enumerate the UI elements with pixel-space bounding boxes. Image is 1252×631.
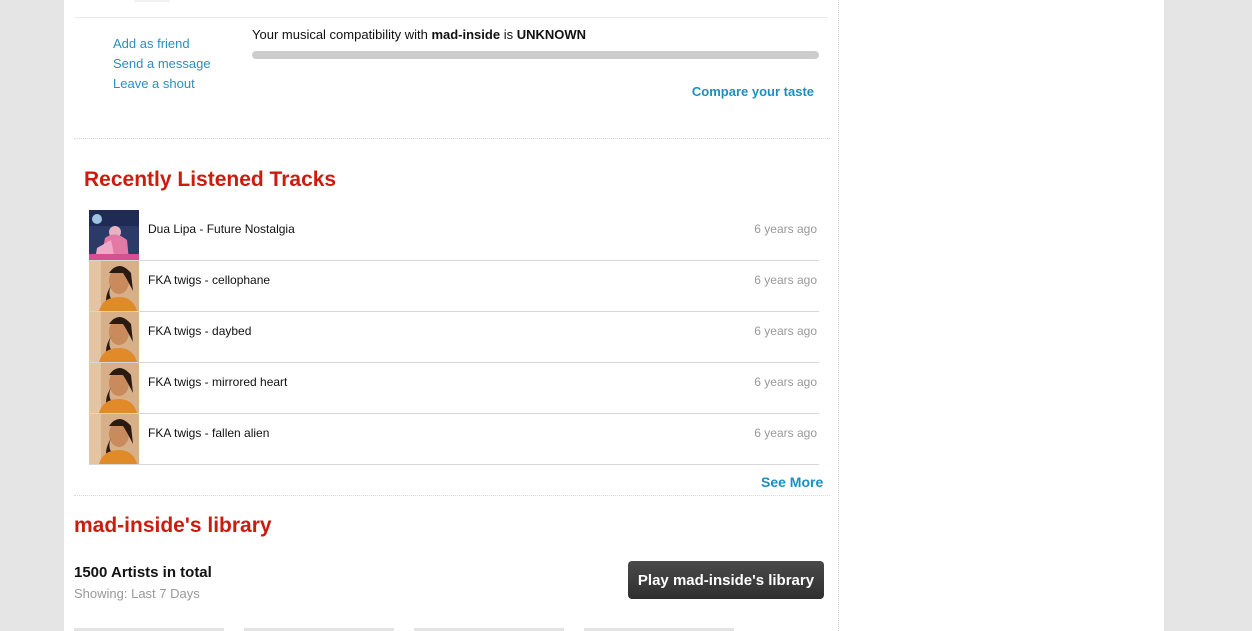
track-time: 6 years ago [754, 273, 817, 287]
compatibility-is: is [503, 27, 514, 42]
send-message-link[interactable]: Send a message [113, 54, 211, 74]
recent-tracks-list: Dua Lipa - Future Nostalgia 6 years ago … [89, 210, 819, 465]
leave-shout-link[interactable]: Leave a shout [113, 74, 211, 94]
artist-photo[interactable] [89, 312, 139, 362]
compare-taste-link[interactable]: Compare your taste [692, 84, 814, 99]
column-divider [838, 0, 839, 631]
artist-photo[interactable] [89, 363, 139, 413]
artist-photo[interactable] [89, 414, 139, 464]
compatibility-panel: Your musical compatibility with mad-insi… [252, 27, 819, 59]
track-row[interactable]: FKA twigs - fallen alien 6 years ago [89, 414, 819, 465]
track-time: 6 years ago [754, 375, 817, 389]
artist-photo[interactable] [89, 261, 139, 311]
track-title[interactable]: FKA twigs - cellophane [148, 273, 270, 287]
compatibility-level: UNKNOWN [516, 27, 587, 42]
track-time: 6 years ago [754, 222, 817, 236]
artists-total: 1500 Artists in total [74, 564, 212, 581]
track-time: 6 years ago [754, 324, 817, 338]
track-time: 6 years ago [754, 426, 817, 440]
track-title[interactable]: FKA twigs - daybed [148, 324, 251, 338]
see-more-link[interactable]: See More [761, 474, 823, 490]
compatibility-bar [252, 51, 819, 59]
track-row[interactable]: Dua Lipa - Future Nostalgia 6 years ago [89, 210, 819, 261]
track-row[interactable]: FKA twigs - mirrored heart 6 years ago [89, 363, 819, 414]
album-art[interactable] [89, 210, 139, 260]
top-divider [74, 17, 828, 18]
add-friend-link[interactable]: Add as friend [113, 34, 211, 54]
compatibility-text: Your musical compatibility with mad-insi… [252, 27, 819, 43]
track-row[interactable]: FKA twigs - daybed 6 years ago [89, 312, 819, 363]
recent-tracks-title: Recently Listened Tracks [84, 168, 337, 191]
section-separator [74, 138, 830, 139]
profile-page: Add as friend Send a message Leave a sho… [64, 0, 1164, 631]
library-period: Showing: Last 7 Days [74, 586, 200, 601]
section-separator [74, 495, 830, 496]
profile-actions: Add as friend Send a message Leave a sho… [113, 34, 211, 94]
track-row[interactable]: FKA twigs - cellophane 6 years ago [89, 261, 819, 312]
play-library-button[interactable]: Play mad-inside's library [628, 561, 824, 599]
track-title[interactable]: Dua Lipa - Future Nostalgia [148, 222, 295, 236]
track-title[interactable]: FKA twigs - fallen alien [148, 426, 269, 440]
compatibility-prefix: Your musical compatibility with [252, 27, 428, 42]
track-title[interactable]: FKA twigs - mirrored heart [148, 375, 287, 389]
library-title: mad-inside's library [74, 514, 272, 537]
compatibility-user: mad-inside [431, 27, 501, 42]
avatar-edge [134, 0, 170, 2]
